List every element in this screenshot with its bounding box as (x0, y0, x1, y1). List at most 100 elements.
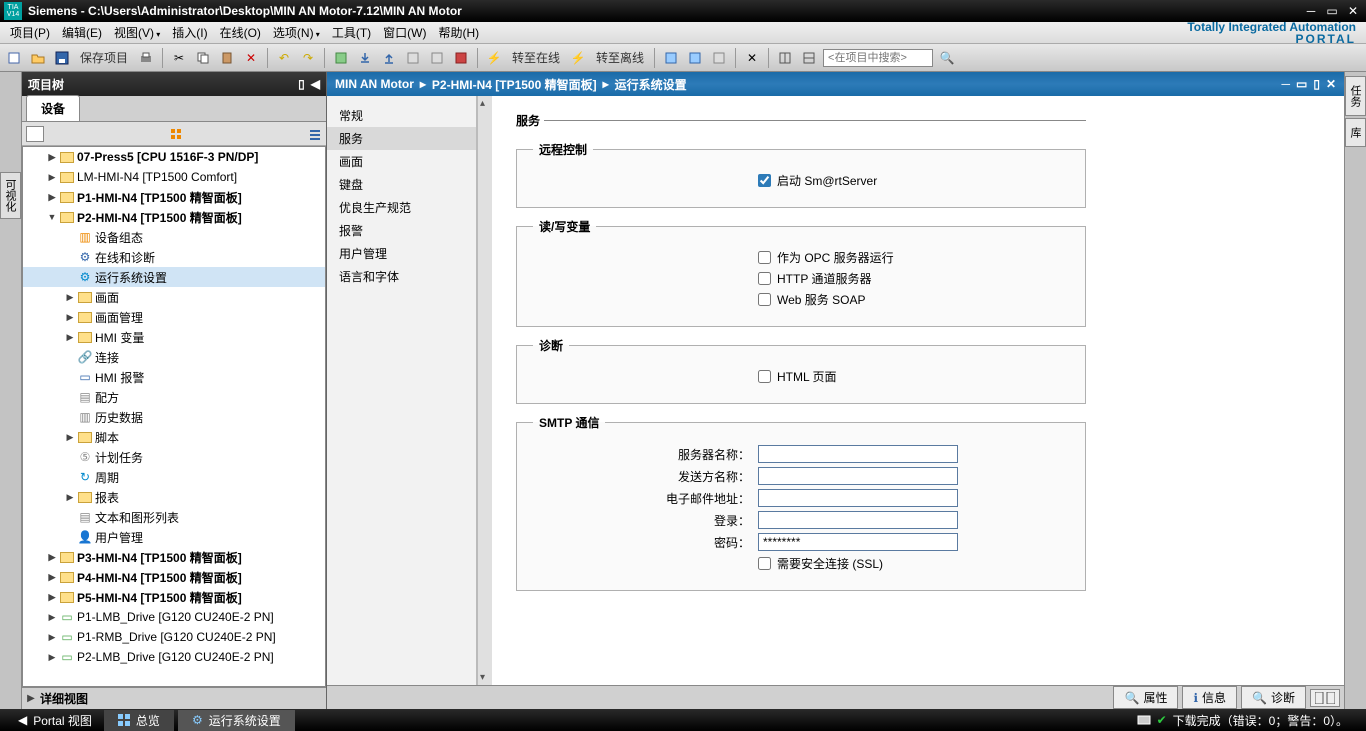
search-icon[interactable]: 🔍 (937, 48, 957, 68)
tree-row[interactable]: ▶▭P2-LMB_Drive [G120 CU240E-2 PN] (23, 647, 325, 667)
stop-icon[interactable] (427, 48, 447, 68)
tree-row[interactable]: ⚙运行系统设置 (23, 267, 325, 287)
diagnostics-tab[interactable]: 🔍诊断 (1241, 686, 1306, 709)
upload-icon[interactable] (379, 48, 399, 68)
project-tree[interactable]: ▶07-Press5 [CPU 1516F-3 PN/DP]▶LM-HMI-N4… (22, 146, 326, 687)
sender-input[interactable] (758, 467, 958, 485)
nav-item[interactable]: 画面 (327, 150, 476, 173)
go-online-label[interactable]: 转至在线 (508, 49, 564, 66)
editor-restore-icon[interactable]: ▭ (1296, 77, 1307, 91)
tree-row[interactable]: ▥历史数据 (23, 407, 325, 427)
editor-close-icon[interactable]: ✕ (1326, 77, 1336, 91)
tree-row[interactable]: 👤用户管理 (23, 527, 325, 547)
footer-layout-icon[interactable] (1310, 689, 1340, 707)
menu-item[interactable]: 项目(P) (4, 22, 56, 43)
tree-row[interactable]: ▭HMI 报警 (23, 367, 325, 387)
save-icon[interactable] (52, 48, 72, 68)
left-tab-visualization[interactable]: 可视化 (0, 172, 21, 219)
soap-checkbox[interactable] (758, 293, 771, 306)
runtime-settings-tab[interactable]: ⚙运行系统设置 (178, 710, 295, 731)
tree-view1-icon[interactable] (169, 127, 183, 141)
tool3-icon[interactable] (709, 48, 729, 68)
tree-row[interactable]: ▶▭P1-LMB_Drive [G120 CU240E-2 PN] (23, 607, 325, 627)
nav-item[interactable]: 优良生产规范 (327, 196, 476, 219)
tree-row[interactable]: ▶HMI 变量 (23, 327, 325, 347)
search-input[interactable] (823, 49, 933, 67)
start-icon[interactable] (403, 48, 423, 68)
tool2-icon[interactable] (685, 48, 705, 68)
cut-icon[interactable]: ✂ (169, 48, 189, 68)
server-input[interactable] (758, 445, 958, 463)
tree-row[interactable]: ▶脚本 (23, 427, 325, 447)
right-tab-library[interactable]: 库 (1345, 118, 1366, 147)
password-input[interactable] (758, 533, 958, 551)
print-icon[interactable] (136, 48, 156, 68)
menu-item[interactable]: 工具(T) (326, 22, 377, 43)
editor-minimize-icon[interactable]: ─ (1281, 77, 1290, 91)
info-tab[interactable]: ℹ信息 (1182, 686, 1237, 709)
tree-row[interactable]: ▶07-Press5 [CPU 1516F-3 PN/DP] (23, 147, 325, 167)
go-offline-label[interactable]: 转至离线 (592, 49, 648, 66)
tree-row[interactable]: ⚙在线和诊断 (23, 247, 325, 267)
tree-row[interactable]: ▤配方 (23, 387, 325, 407)
simulate-icon[interactable] (451, 48, 471, 68)
html-checkbox[interactable] (758, 370, 771, 383)
right-tab-tasks[interactable]: 任务 (1345, 76, 1366, 116)
tree-row[interactable]: ▶LM-HMI-N4 [TP1500 Comfort] (23, 167, 325, 187)
menu-item[interactable]: 编辑(E) (56, 22, 108, 43)
copy-icon[interactable] (193, 48, 213, 68)
menu-item[interactable]: 选项(N) ▾ (267, 22, 326, 43)
tree-row[interactable]: ▶画面 (23, 287, 325, 307)
properties-tab[interactable]: 🔍属性 (1113, 686, 1178, 709)
portal-view-button[interactable]: ◀ Portal 视图 (6, 710, 104, 731)
layout2-icon[interactable] (799, 48, 819, 68)
tree-row[interactable]: ▶P3-HMI-N4 [TP1500 精智面板] (23, 547, 325, 567)
hide-icon[interactable]: ◀ (311, 77, 320, 91)
open-project-icon[interactable] (28, 48, 48, 68)
tree-row[interactable]: ▥设备组态 (23, 227, 325, 247)
overview-tab[interactable]: 总览 (104, 710, 174, 731)
menu-item[interactable]: 窗口(W) (377, 22, 432, 43)
tree-row[interactable]: ▼P2-HMI-N4 [TP1500 精智面板] (23, 207, 325, 227)
nav-scrollbar[interactable] (477, 96, 492, 685)
close-button[interactable]: ✕ (1344, 4, 1362, 18)
tree-row[interactable]: ▶P1-HMI-N4 [TP1500 精智面板] (23, 187, 325, 207)
compile-icon[interactable] (331, 48, 351, 68)
nav-item[interactable]: 服务 (327, 127, 476, 150)
cross-ref-icon[interactable]: ✕ (742, 48, 762, 68)
detail-view-header[interactable]: ▶ 详细视图 (22, 687, 326, 709)
menu-item[interactable]: 插入(I) (166, 22, 213, 43)
redo-icon[interactable]: ↷ (298, 48, 318, 68)
devices-tab[interactable]: 设备 (26, 95, 80, 121)
smartserver-checkbox[interactable] (758, 174, 771, 187)
menu-item[interactable]: 视图(V) ▾ (108, 22, 166, 43)
new-project-icon[interactable] (4, 48, 24, 68)
crumb-project[interactable]: MIN AN Motor (335, 77, 414, 91)
download-icon[interactable] (355, 48, 375, 68)
crumb-device[interactable]: P2-HMI-N4 [TP1500 精智面板] (432, 76, 597, 93)
layout-icon[interactable] (775, 48, 795, 68)
tree-view2-icon[interactable] (308, 127, 322, 141)
delete-icon[interactable]: ✕ (241, 48, 261, 68)
maximize-button[interactable]: ▭ (1323, 4, 1341, 18)
opc-checkbox[interactable] (758, 251, 771, 264)
tree-row[interactable]: ▶P4-HMI-N4 [TP1500 精智面板] (23, 567, 325, 587)
nav-item[interactable]: 报警 (327, 219, 476, 242)
nav-item[interactable]: 键盘 (327, 173, 476, 196)
tree-row[interactable]: ↻周期 (23, 467, 325, 487)
tree-row[interactable]: 🔗连接 (23, 347, 325, 367)
tool1-icon[interactable] (661, 48, 681, 68)
collapse-icon[interactable]: ▯ (298, 77, 305, 91)
email-input[interactable] (758, 489, 958, 507)
tree-row[interactable]: ▶▭P1-RMB_Drive [G120 CU240E-2 PN] (23, 627, 325, 647)
go-online-icon[interactable]: ⚡ (484, 48, 504, 68)
menu-item[interactable]: 在线(O) (214, 22, 267, 43)
tree-row[interactable]: ▶画面管理 (23, 307, 325, 327)
http-checkbox[interactable] (758, 272, 771, 285)
go-offline-icon[interactable]: ⚡ (568, 48, 588, 68)
minimize-button[interactable]: ─ (1302, 4, 1320, 18)
tree-row[interactable]: ▶P5-HMI-N4 [TP1500 精智面板] (23, 587, 325, 607)
nav-item[interactable]: 语言和字体 (327, 265, 476, 288)
tree-filter-input[interactable] (26, 126, 44, 142)
tree-row[interactable]: ▤文本和图形列表 (23, 507, 325, 527)
